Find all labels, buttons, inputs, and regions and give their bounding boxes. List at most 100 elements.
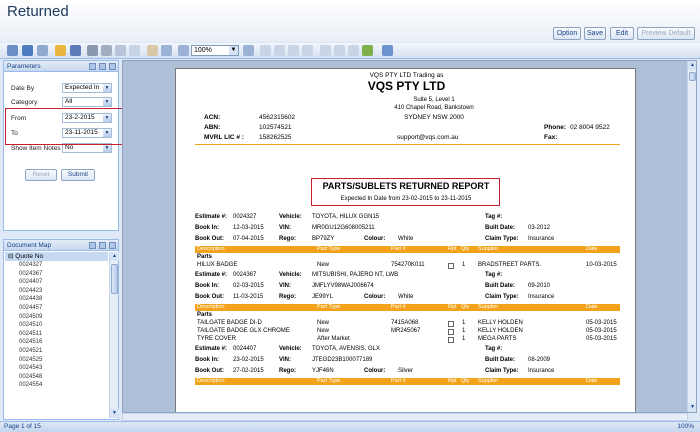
next-page-icon[interactable] xyxy=(288,45,299,56)
hand-tool-icon[interactable] xyxy=(147,45,158,56)
panel-minimize-icon[interactable] xyxy=(89,242,96,249)
option-button[interactable]: Option xyxy=(553,27,581,40)
category-value: All xyxy=(65,98,73,105)
tree-item-quote[interactable]: 0024511 xyxy=(5,330,108,339)
tree-item-quote[interactable]: 0024423 xyxy=(5,287,108,296)
book-in-value: 02-03-2015 xyxy=(233,283,264,289)
magnifier-icon[interactable] xyxy=(161,45,172,56)
page-setup-icon[interactable] xyxy=(115,45,126,56)
edit-button[interactable]: Edit xyxy=(610,27,634,40)
document-map-icon[interactable] xyxy=(37,45,48,56)
quick-print-icon[interactable] xyxy=(101,45,112,56)
open-folder-icon[interactable] xyxy=(55,45,66,56)
save-disk-icon[interactable] xyxy=(70,45,81,56)
tree-item-quote[interactable]: 0024543 xyxy=(5,364,108,373)
parameters-toggle-icon[interactable] xyxy=(7,45,18,56)
part-description: TYRE COVER xyxy=(197,336,237,342)
zoom-out-icon[interactable] xyxy=(178,45,189,56)
tree-item-quote[interactable]: 0024407 xyxy=(5,278,108,287)
previous-page-icon[interactable] xyxy=(274,45,285,56)
tree-item-quote[interactable]: 0024516 xyxy=(5,338,108,347)
viewer-scrollbar[interactable]: ▲ ▼ xyxy=(687,61,696,412)
rego-value: BP79ZY xyxy=(312,236,335,242)
part-number: 754270K011 xyxy=(391,262,425,268)
rego-label: Rego: xyxy=(279,294,296,300)
part-date: 10-03-2015 xyxy=(586,262,617,268)
horizontal-scrollbar[interactable] xyxy=(122,413,688,421)
header-divider xyxy=(195,144,620,145)
company-email: support@vqs.com.au xyxy=(397,134,459,141)
part-type: After Market xyxy=(317,336,350,342)
company-trading-line: VQS PTY LTD Trading as xyxy=(369,72,444,79)
reset-button[interactable]: Reset xyxy=(25,169,57,181)
show-item-notes-label: Show Item Notes xyxy=(11,145,61,152)
page-color-icon[interactable] xyxy=(334,45,345,56)
first-page-icon[interactable] xyxy=(260,45,271,56)
tree-item-quote[interactable]: 0024521 xyxy=(5,347,108,356)
panel-minimize-icon[interactable] xyxy=(89,63,96,70)
show-item-notes-value: No xyxy=(65,144,74,151)
vehicle-label: Vehicle: xyxy=(279,346,302,352)
panel-pin-icon[interactable] xyxy=(99,242,106,249)
document-map-scrollbar[interactable]: ▲ ▼ xyxy=(109,252,119,418)
tree-item-quote[interactable]: 0024509 xyxy=(5,313,108,322)
book-in-value: 23-02-2015 xyxy=(233,357,264,363)
tree-item-quote[interactable]: 0024548 xyxy=(5,373,108,382)
category-select[interactable]: All ▼ xyxy=(62,97,112,107)
scroll-down-icon[interactable]: ▼ xyxy=(110,409,119,418)
page-layout-icon[interactable] xyxy=(129,45,140,56)
tree-item-quote[interactable]: 0024525 xyxy=(5,356,108,365)
column-qty: Qty xyxy=(461,304,470,310)
part-number: MR245067 xyxy=(391,328,421,334)
panel-close-icon[interactable] xyxy=(109,63,116,70)
tree-item-quote[interactable]: 0024457 xyxy=(5,304,108,313)
date-by-value: Expected In xyxy=(65,84,100,91)
last-page-icon[interactable] xyxy=(302,45,313,56)
save-button[interactable]: Save xyxy=(584,27,606,40)
zoom-select[interactable]: 100% ▼ xyxy=(191,45,239,56)
address-line-1: Suite 5, Level 1 xyxy=(413,97,455,103)
send-email-icon[interactable] xyxy=(382,45,393,56)
book-out-label: Book Out: xyxy=(195,236,224,242)
preview-default-button[interactable]: Preview Default xyxy=(637,27,695,40)
page-indicator: Page 1 of 15 xyxy=(4,423,41,430)
export-icon[interactable] xyxy=(362,45,373,56)
acn-value: 4562315602 xyxy=(259,114,296,121)
submit-button[interactable]: Submit xyxy=(61,169,95,181)
zoom-value: 100% xyxy=(194,47,212,54)
book-out-value: 11-03-2015 xyxy=(233,294,264,300)
scrollbar-thumb[interactable] xyxy=(111,264,118,294)
chevron-down-icon: ▼ xyxy=(103,144,111,152)
built-date-value: 09-2010 xyxy=(528,283,551,289)
rpt-checkbox xyxy=(448,329,454,335)
multiple-pages-icon[interactable] xyxy=(320,45,331,56)
scroll-up-icon[interactable]: ▲ xyxy=(688,61,696,70)
vehicle-value: MITSUBISHI, PAJERO NT, LWB xyxy=(312,272,399,278)
tree-item-quote[interactable]: 0024367 xyxy=(5,270,108,279)
vin-value: JTEGD23B100077189 xyxy=(312,357,373,363)
column-date: Date xyxy=(586,304,598,310)
scroll-up-icon[interactable]: ▲ xyxy=(110,252,119,261)
date-by-select[interactable]: Expected In ▼ xyxy=(62,83,112,93)
tree-item-quote[interactable]: 0024327 xyxy=(5,261,108,270)
tree-item-quote[interactable]: 0024510 xyxy=(5,321,108,330)
scroll-down-icon[interactable]: ▼ xyxy=(688,403,696,412)
vin-value: MR0GU12G608005211 xyxy=(312,225,375,231)
tree-item-quote[interactable]: 0024438 xyxy=(5,295,108,304)
chevron-down-icon: ▼ xyxy=(229,46,238,55)
vin-label: VIN: xyxy=(279,357,291,363)
help-icon[interactable] xyxy=(22,45,33,56)
part-date: 05-03-2015 xyxy=(586,328,617,334)
watermark-icon[interactable] xyxy=(348,45,359,56)
rego-label: Rego: xyxy=(279,368,296,374)
zoom-in-icon[interactable] xyxy=(243,45,254,56)
title-bar: Returned Option Save Edit Preview Defaul… xyxy=(0,0,700,42)
print-icon[interactable] xyxy=(87,45,98,56)
book-out-value: 07-04-2015 xyxy=(233,236,264,242)
scrollbar-thumb[interactable] xyxy=(689,72,696,81)
report-viewer: VQS PTY LTD Trading as VQS PTY LTD Suite… xyxy=(122,60,697,413)
panel-close-icon[interactable] xyxy=(109,242,116,249)
panel-pin-icon[interactable] xyxy=(99,63,106,70)
tree-item-quote[interactable]: 0024554 xyxy=(5,381,108,390)
tree-root-quote-no[interactable]: ⊟ Quote No xyxy=(5,252,108,261)
